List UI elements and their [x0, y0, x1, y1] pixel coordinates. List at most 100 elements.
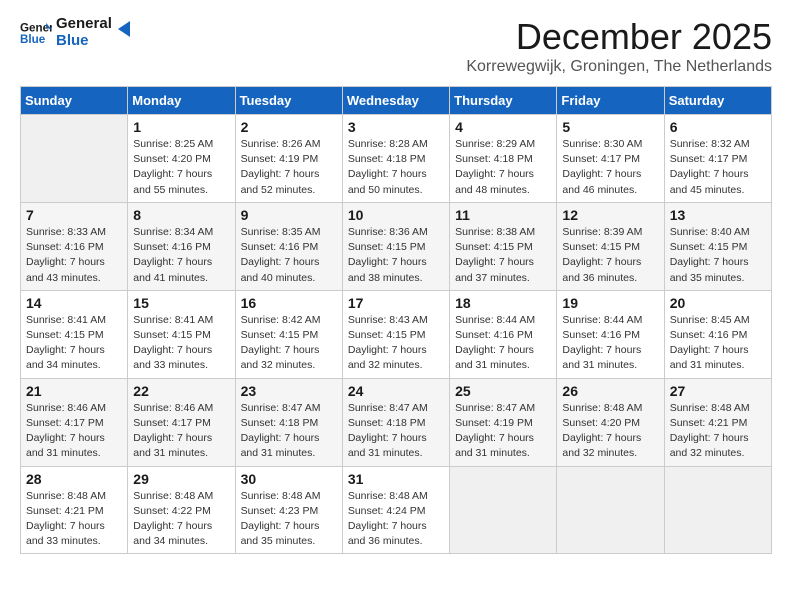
- calendar-cell: [450, 466, 557, 554]
- day-info: Sunrise: 8:46 AM Sunset: 4:17 PM Dayligh…: [133, 401, 229, 462]
- day-number: 16: [241, 295, 337, 311]
- weekday-header-monday: Monday: [128, 87, 235, 115]
- day-info: Sunrise: 8:41 AM Sunset: 4:15 PM Dayligh…: [133, 313, 229, 374]
- week-row-1: 1Sunrise: 8:25 AM Sunset: 4:20 PM Daylig…: [21, 115, 772, 203]
- calendar-cell: 22 Sunrise: 8:46 AM Sunset: 4:17 PM Dayli…: [128, 378, 235, 466]
- month-title: December 2025: [466, 16, 772, 58]
- page-container: General Blue General Blue December 2025 …: [0, 0, 792, 570]
- calendar-cell: 6Sunrise: 8:32 AM Sunset: 4:17 PM Daylig…: [664, 115, 771, 203]
- day-info: Sunrise: 8:30 AM Sunset: 4:17 PM Dayligh…: [562, 137, 658, 198]
- calendar-cell: 23Sunrise: 8:47 AM Sunset: 4:18 PM Dayli…: [235, 378, 342, 466]
- day-info: Sunrise: 8:47 AM Sunset: 4:18 PM Dayligh…: [241, 401, 337, 462]
- calendar-cell: [664, 466, 771, 554]
- weekday-header-row: SundayMondayTuesdayWednesdayThursdayFrid…: [21, 87, 772, 115]
- calendar-cell: [21, 115, 128, 203]
- day-info: Sunrise: 8:44 AM Sunset: 4:16 PM Dayligh…: [455, 313, 551, 374]
- logo-text-blue: Blue: [56, 33, 112, 50]
- calendar-cell: 17 Sunrise: 8:43 AM Sunset: 4:15 PM Dayli…: [342, 290, 449, 378]
- logo-icon: General Blue: [20, 19, 52, 47]
- weekday-header-saturday: Saturday: [664, 87, 771, 115]
- calendar-cell: 7Sunrise: 8:33 AM Sunset: 4:16 PM Daylig…: [21, 202, 128, 290]
- week-row-4: 21 Sunrise: 8:46 AM Sunset: 4:17 PM Dayli…: [21, 378, 772, 466]
- day-number: 17: [348, 295, 444, 311]
- day-number: 8: [133, 207, 229, 223]
- calendar-cell: 29Sunrise: 8:48 AM Sunset: 4:22 PM Dayli…: [128, 466, 235, 554]
- day-number: 13: [670, 207, 766, 223]
- logo: General Blue General Blue: [20, 16, 134, 49]
- day-number: 5: [562, 119, 658, 135]
- day-number: 6: [670, 119, 766, 135]
- calendar-cell: 28 Sunrise: 8:48 AM Sunset: 4:21 PM Dayli…: [21, 466, 128, 554]
- calendar-cell: 25 Sunrise: 8:47 AM Sunset: 4:19 PM Dayli…: [450, 378, 557, 466]
- calendar-cell: 19 Sunrise: 8:44 AM Sunset: 4:16 PM Dayli…: [557, 290, 664, 378]
- day-info: Sunrise: 8:36 AM Sunset: 4:15 PM Dayligh…: [348, 225, 444, 286]
- calendar-cell: 21 Sunrise: 8:46 AM Sunset: 4:17 PM Dayli…: [21, 378, 128, 466]
- day-number: 19: [562, 295, 658, 311]
- day-info: Sunrise: 8:29 AM Sunset: 4:18 PM Dayligh…: [455, 137, 551, 198]
- week-row-5: 28 Sunrise: 8:48 AM Sunset: 4:21 PM Dayli…: [21, 466, 772, 554]
- calendar-cell: 2 Sunrise: 8:26 AM Sunset: 4:19 PM Daylig…: [235, 115, 342, 203]
- day-info: Sunrise: 8:39 AM Sunset: 4:15 PM Dayligh…: [562, 225, 658, 286]
- day-info: Sunrise: 8:43 AM Sunset: 4:15 PM Dayligh…: [348, 313, 444, 374]
- day-number: 1: [133, 119, 229, 135]
- day-number: 3: [348, 119, 444, 135]
- day-number: 2: [241, 119, 337, 135]
- day-number: 26: [562, 383, 658, 399]
- calendar-cell: 10 Sunrise: 8:36 AM Sunset: 4:15 PM Dayli…: [342, 202, 449, 290]
- day-info: Sunrise: 8:46 AM Sunset: 4:17 PM Dayligh…: [26, 401, 122, 462]
- day-number: 22: [133, 383, 229, 399]
- day-number: 30: [241, 471, 337, 487]
- calendar-cell: 18 Sunrise: 8:44 AM Sunset: 4:16 PM Dayli…: [450, 290, 557, 378]
- day-number: 24: [348, 383, 444, 399]
- calendar-cell: 14 Sunrise: 8:41 AM Sunset: 4:15 PM Dayli…: [21, 290, 128, 378]
- day-info: Sunrise: 8:47 AM Sunset: 4:19 PM Dayligh…: [455, 401, 551, 462]
- calendar-cell: 1Sunrise: 8:25 AM Sunset: 4:20 PM Daylig…: [128, 115, 235, 203]
- day-info: Sunrise: 8:48 AM Sunset: 4:20 PM Dayligh…: [562, 401, 658, 462]
- day-number: 29: [133, 471, 229, 487]
- day-number: 21: [26, 383, 122, 399]
- weekday-header-sunday: Sunday: [21, 87, 128, 115]
- day-info: Sunrise: 8:45 AM Sunset: 4:16 PM Dayligh…: [670, 313, 766, 374]
- day-info: Sunrise: 8:44 AM Sunset: 4:16 PM Dayligh…: [562, 313, 658, 374]
- calendar-cell: 26 Sunrise: 8:48 AM Sunset: 4:20 PM Dayli…: [557, 378, 664, 466]
- day-number: 11: [455, 207, 551, 223]
- day-info: Sunrise: 8:41 AM Sunset: 4:15 PM Dayligh…: [26, 313, 122, 374]
- calendar-cell: 13 Sunrise: 8:40 AM Sunset: 4:15 PM Dayli…: [664, 202, 771, 290]
- day-number: 18: [455, 295, 551, 311]
- day-number: 20: [670, 295, 766, 311]
- day-info: Sunrise: 8:26 AM Sunset: 4:19 PM Dayligh…: [241, 137, 337, 198]
- day-number: 25: [455, 383, 551, 399]
- day-number: 28: [26, 471, 122, 487]
- header: General Blue General Blue December 2025 …: [20, 16, 772, 76]
- day-info: Sunrise: 8:28 AM Sunset: 4:18 PM Dayligh…: [348, 137, 444, 198]
- calendar-cell: 12Sunrise: 8:39 AM Sunset: 4:15 PM Dayli…: [557, 202, 664, 290]
- day-info: Sunrise: 8:33 AM Sunset: 4:16 PM Dayligh…: [26, 225, 122, 286]
- weekday-header-thursday: Thursday: [450, 87, 557, 115]
- location-subtitle: Korrewegwijk, Groningen, The Netherlands: [466, 58, 772, 76]
- calendar-cell: 27Sunrise: 8:48 AM Sunset: 4:21 PM Dayli…: [664, 378, 771, 466]
- calendar-cell: 3 Sunrise: 8:28 AM Sunset: 4:18 PM Daylig…: [342, 115, 449, 203]
- title-area: December 2025 Korrewegwijk, Groningen, T…: [466, 16, 772, 76]
- day-info: Sunrise: 8:48 AM Sunset: 4:21 PM Dayligh…: [26, 489, 122, 550]
- day-number: 10: [348, 207, 444, 223]
- day-number: 9: [241, 207, 337, 223]
- calendar-cell: 5 Sunrise: 8:30 AM Sunset: 4:17 PM Daylig…: [557, 115, 664, 203]
- svg-text:Blue: Blue: [20, 33, 46, 46]
- calendar-cell: 16Sunrise: 8:42 AM Sunset: 4:15 PM Dayli…: [235, 290, 342, 378]
- calendar-cell: 24 Sunrise: 8:47 AM Sunset: 4:18 PM Dayli…: [342, 378, 449, 466]
- calendar-cell: 15 Sunrise: 8:41 AM Sunset: 4:15 PM Dayli…: [128, 290, 235, 378]
- calendar-cell: 9Sunrise: 8:35 AM Sunset: 4:16 PM Daylig…: [235, 202, 342, 290]
- calendar-cell: 11 Sunrise: 8:38 AM Sunset: 4:15 PM Dayli…: [450, 202, 557, 290]
- weekday-header-wednesday: Wednesday: [342, 87, 449, 115]
- day-number: 31: [348, 471, 444, 487]
- day-info: Sunrise: 8:47 AM Sunset: 4:18 PM Dayligh…: [348, 401, 444, 462]
- day-number: 15: [133, 295, 229, 311]
- day-info: Sunrise: 8:40 AM Sunset: 4:15 PM Dayligh…: [670, 225, 766, 286]
- weekday-header-friday: Friday: [557, 87, 664, 115]
- calendar-cell: 31Sunrise: 8:48 AM Sunset: 4:24 PM Dayli…: [342, 466, 449, 554]
- day-number: 14: [26, 295, 122, 311]
- day-info: Sunrise: 8:34 AM Sunset: 4:16 PM Dayligh…: [133, 225, 229, 286]
- day-info: Sunrise: 8:38 AM Sunset: 4:15 PM Dayligh…: [455, 225, 551, 286]
- day-number: 27: [670, 383, 766, 399]
- calendar-cell: 30Sunrise: 8:48 AM Sunset: 4:23 PM Dayli…: [235, 466, 342, 554]
